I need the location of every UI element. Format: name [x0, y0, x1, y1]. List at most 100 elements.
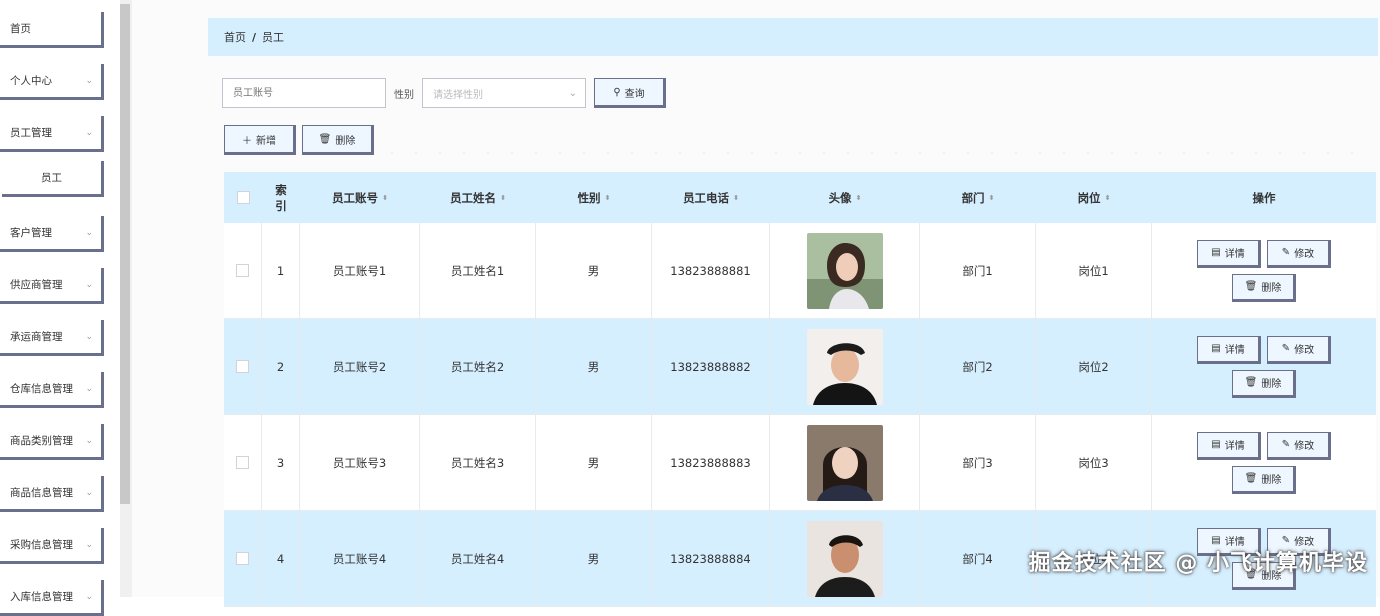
- header-avatar-label: 头像: [828, 190, 852, 205]
- account-search-input[interactable]: [222, 78, 386, 108]
- breadcrumb-home[interactable]: 首页: [224, 29, 246, 45]
- sidebar-item-label: 商品信息管理: [10, 487, 73, 499]
- cell-avatar: [770, 319, 920, 414]
- delete-button[interactable]: 🗑 删除: [1232, 273, 1296, 302]
- sidebar-item-employee[interactable]: 员工: [2, 161, 104, 197]
- table-header: 索引 员工账号 ⬍ 员工姓名 ⬍ 性别 ⬍ 员工电话 ⬍ 头像 ⬍ 部门 ⬍ 岗位 ⬍ 操作: [224, 172, 1376, 223]
- sidebar-item-label: 供应商管理: [10, 279, 63, 291]
- select-all-cell: [224, 172, 262, 223]
- row-check-cell: [224, 415, 262, 510]
- cell-name: 员工姓名2: [420, 319, 536, 414]
- watermark: 掘金技术社区 @ 小飞计算机毕设: [1028, 551, 1368, 576]
- header-phone-label: 员工电话: [683, 190, 730, 205]
- cell-operation: ▤ 详情 ✎ 修改 🗑 删除: [1152, 415, 1376, 510]
- search-button[interactable]: ⚲ 查询: [594, 78, 666, 108]
- header-account[interactable]: 员工账号 ⬍: [300, 172, 420, 223]
- edit-button[interactable]: ✎ 修改: [1267, 335, 1331, 364]
- sidebar-item-customer-management[interactable]: 客户管理 ⌄: [0, 216, 104, 252]
- delete-button-label: 删除: [1261, 283, 1282, 294]
- chevron-down-icon: ⌄: [85, 227, 93, 238]
- cell-operation: ▤ 详情 ✎ 修改 🗑 删除: [1152, 223, 1376, 318]
- document-icon: ▤: [1211, 439, 1221, 450]
- cell-department: 部门1: [920, 223, 1036, 318]
- header-index-label: 索引: [275, 182, 287, 213]
- row-checkbox[interactable]: [236, 552, 249, 565]
- detail-button[interactable]: ▤ 详情: [1197, 431, 1261, 460]
- avatar[interactable]: [806, 520, 883, 597]
- cell-gender: 男: [536, 223, 652, 318]
- sort-icon[interactable]: ⬍: [1105, 194, 1111, 202]
- search-button-label: 查询: [624, 88, 645, 100]
- header-department[interactable]: 部门 ⬍: [920, 172, 1036, 223]
- row-checkbox[interactable]: [236, 264, 249, 277]
- sort-icon[interactable]: ⬍: [605, 194, 611, 202]
- header-index: 索引: [262, 172, 300, 223]
- batch-delete-button-label: 删除: [335, 135, 356, 147]
- delete-button-label: 删除: [1261, 379, 1282, 390]
- row-checkbox[interactable]: [236, 456, 249, 469]
- trash-icon: 🗑: [1244, 281, 1258, 292]
- sidebar-item-home[interactable]: 首页: [0, 12, 104, 48]
- sidebar-scrollbar-thumb[interactable]: [120, 4, 130, 504]
- sidebar-item-carrier-management[interactable]: 承运商管理 ⌄: [0, 320, 104, 356]
- sidebar-item-category-management[interactable]: 商品类别管理 ⌄: [0, 424, 104, 460]
- edit-icon: ✎: [1281, 439, 1291, 450]
- cell-index: 4: [262, 511, 300, 606]
- sidebar-item-label: 仓库信息管理: [10, 383, 73, 395]
- edit-button-label: 修改: [1294, 249, 1315, 260]
- chevron-down-icon: ⌄: [85, 127, 93, 138]
- detail-button[interactable]: ▤ 详情: [1197, 335, 1261, 364]
- chevron-down-icon: ⌄: [85, 75, 93, 86]
- sidebar-item-employee-management[interactable]: 员工管理 ⌄: [0, 116, 104, 152]
- avatar[interactable]: [806, 328, 883, 405]
- sidebar-item-product-management[interactable]: 商品信息管理 ⌄: [0, 476, 104, 512]
- sidebar-item-personal-center[interactable]: 个人中心 ⌄: [0, 64, 104, 100]
- batch-delete-button[interactable]: 🗑 删除: [302, 125, 374, 155]
- cell-avatar: [770, 511, 920, 606]
- sidebar-item-warehouse-management[interactable]: 仓库信息管理 ⌄: [0, 372, 104, 408]
- header-name-label: 员工姓名: [450, 190, 497, 205]
- sort-icon[interactable]: ⬍: [856, 194, 862, 202]
- trash-icon: 🗑: [1244, 473, 1258, 484]
- sort-icon[interactable]: ⬍: [500, 194, 506, 202]
- cell-department: 部门4: [920, 511, 1036, 606]
- cell-account: 员工账号4: [300, 511, 420, 606]
- sidebar-item-inbound-management[interactable]: 入库信息管理 ⌄: [0, 580, 104, 616]
- header-position-label: 岗位: [1077, 190, 1101, 205]
- gender-select[interactable]: 请选择性别 ⌄: [422, 78, 586, 108]
- sidebar-item-purchase-management[interactable]: 采购信息管理 ⌄: [0, 528, 104, 564]
- delete-button[interactable]: 🗑 删除: [1232, 369, 1296, 398]
- header-avatar[interactable]: 头像 ⬍: [770, 172, 920, 223]
- select-all-checkbox[interactable]: [236, 191, 250, 204]
- plus-icon: ＋: [242, 135, 252, 147]
- header-position[interactable]: 岗位 ⬍: [1036, 172, 1152, 223]
- add-button-label: 新增: [256, 135, 276, 147]
- avatar[interactable]: [806, 232, 883, 309]
- cell-avatar: [770, 223, 920, 318]
- cell-gender: 男: [536, 415, 652, 510]
- sort-icon[interactable]: ⬍: [382, 194, 388, 202]
- sidebar-item-label: 首页: [10, 23, 31, 35]
- header-name[interactable]: 员工姓名 ⬍: [420, 172, 536, 223]
- chevron-down-icon: ⌄: [85, 487, 93, 498]
- edit-button[interactable]: ✎ 修改: [1267, 431, 1331, 460]
- gender-label: 性别: [394, 89, 414, 101]
- sort-icon[interactable]: ⬍: [989, 194, 995, 202]
- delete-button[interactable]: 🗑 删除: [1232, 465, 1296, 494]
- edit-button-label: 修改: [1294, 345, 1315, 356]
- avatar[interactable]: [806, 424, 883, 501]
- header-gender[interactable]: 性别 ⬍: [536, 172, 652, 223]
- cell-position: 岗位1: [1036, 223, 1152, 318]
- cell-phone: 13823888882: [652, 319, 770, 414]
- sidebar-item-label: 客户管理: [10, 227, 52, 239]
- sidebar-item-supplier-management[interactable]: 供应商管理 ⌄: [0, 268, 104, 304]
- sidebar-item-label: 员工管理: [10, 127, 52, 139]
- detail-button[interactable]: ▤ 详情: [1197, 239, 1261, 268]
- header-phone[interactable]: 员工电话 ⬍: [652, 172, 770, 223]
- add-button[interactable]: ＋ 新增: [224, 125, 296, 155]
- edit-button[interactable]: ✎ 修改: [1267, 239, 1331, 268]
- header-gender-label: 性别: [577, 190, 601, 205]
- row-checkbox[interactable]: [236, 360, 249, 373]
- detail-button-label: 详情: [1224, 345, 1245, 356]
- sort-icon[interactable]: ⬍: [733, 194, 739, 202]
